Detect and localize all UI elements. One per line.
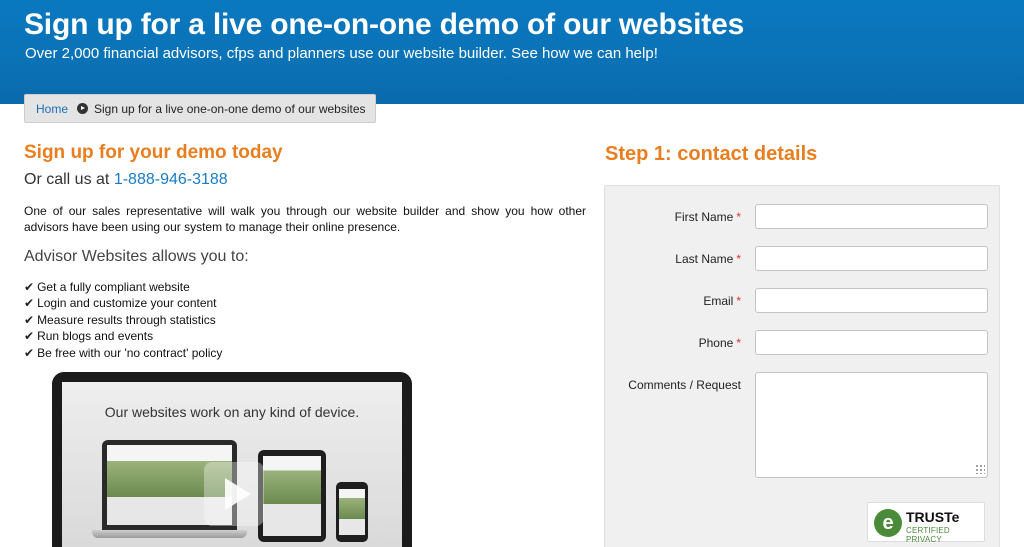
allows-heading: Advisor Websites allows you to: [24, 248, 249, 265]
feature-item: Be free with our 'no contract' policy [24, 345, 222, 361]
breadcrumb-home-link[interactable]: Home [36, 102, 68, 116]
play-icon[interactable] [204, 462, 264, 526]
feature-item: Measure results through statistics [24, 312, 222, 328]
first-name-input[interactable] [755, 204, 988, 229]
feature-list: Get a fully compliant website Login and … [24, 279, 222, 361]
contact-form: First Name * Last Name * Email * Phone * Com… [604, 185, 1000, 547]
truste-tagline: CERTIFIED PRIVACY [906, 526, 950, 544]
demo-heading: Sign up for your demo today [24, 142, 283, 163]
truste-brand: TRUSTe [906, 509, 960, 525]
laptop-base-image [92, 530, 247, 538]
truste-logo-icon: e [874, 509, 902, 537]
phone-input[interactable] [755, 330, 988, 355]
phone-link[interactable]: 1-888-946-3188 [114, 171, 228, 188]
page-subtitle: Over 2,000 financial advisors, cfps and … [25, 45, 658, 62]
comments-textarea[interactable] [755, 372, 988, 478]
feature-item: Get a fully compliant website [24, 279, 222, 295]
hero-banner: Sign up for a live one-on-one demo of ou… [0, 0, 1024, 104]
resize-grip-icon[interactable] [975, 464, 985, 474]
call-us-line: Or call us at 1-888-946-3188 [24, 171, 228, 189]
first-name-label: First Name * [674, 210, 741, 224]
intro-paragraph: One of our sales representative will wal… [24, 204, 586, 234]
last-name-label: Last Name * [675, 252, 741, 266]
video-screen: Our websites work on any kind of device. [62, 382, 402, 547]
feature-item: Login and customize your content [24, 295, 222, 311]
breadcrumb-arrow-icon [77, 103, 89, 114]
call-prefix: Or call us at [24, 171, 110, 188]
breadcrumb: Home Sign up for a live one-on-one demo … [24, 94, 376, 123]
phone-image [336, 482, 368, 542]
form-heading: Step 1: contact details [605, 143, 818, 165]
phone-label: Phone * [698, 336, 741, 350]
email-input[interactable] [755, 288, 988, 313]
tablet-image [258, 450, 326, 542]
feature-item: Run blogs and events [24, 328, 222, 344]
email-label: Email * [703, 294, 741, 308]
truste-seal[interactable]: e TRUSTe CERTIFIED PRIVACY [867, 502, 985, 544]
video-caption: Our websites work on any kind of device. [104, 404, 360, 420]
last-name-input[interactable] [755, 246, 988, 271]
page-title: Sign up for a live one-on-one demo of ou… [24, 8, 745, 41]
breadcrumb-current: Sign up for a live one-on-one demo of ou… [94, 101, 366, 116]
comments-label: Comments / Request [628, 378, 741, 392]
demo-video[interactable]: Our websites work on any kind of device. [52, 372, 412, 547]
